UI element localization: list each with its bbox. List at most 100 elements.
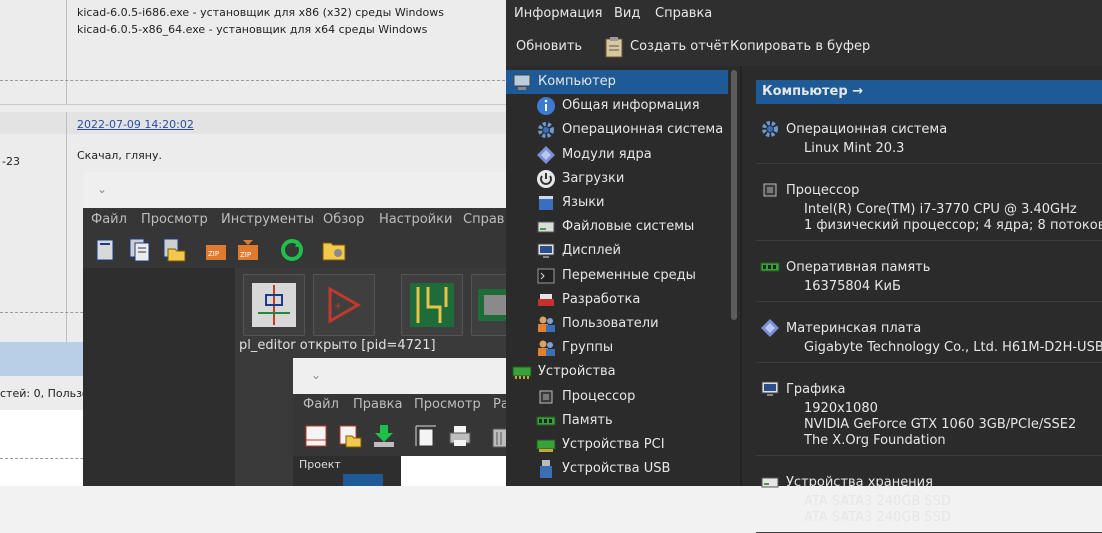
hardinfo-detail-panel: Компьютер → Операционная система Linux Mi… xyxy=(742,66,1102,533)
detail-value: 16375804 КиБ xyxy=(804,279,901,294)
tree-item[interactable]: Устройства USB xyxy=(506,457,728,481)
archive-zip-icon[interactable]: ZIP xyxy=(203,237,229,263)
forum-stats-text: стей: 0, Пользов xyxy=(0,387,96,400)
post-divider xyxy=(0,104,520,105)
symbol-editor-icon: + xyxy=(328,286,362,324)
new-from-template-icon[interactable] xyxy=(127,237,153,263)
language-flag-icon xyxy=(539,196,553,210)
tree-item[interactable]: Дисплей xyxy=(506,239,728,263)
pcb-editor-button[interactable] xyxy=(401,274,463,336)
tree-item[interactable]: Операционная система xyxy=(506,118,728,142)
power-icon xyxy=(537,169,555,188)
users-icon xyxy=(538,316,555,332)
tree-item-label: Переменные среды xyxy=(562,267,696,283)
pl-editor-menu-file[interactable]: Файл xyxy=(303,397,339,412)
tree-item-label: Общая информация xyxy=(562,98,700,114)
tree-item[interactable]: Общая информация xyxy=(506,94,728,118)
create-report-button[interactable]: Создать отчёт xyxy=(630,39,729,54)
open-folder-settings-icon[interactable] xyxy=(321,237,347,263)
open-drawing-sheet-icon[interactable] xyxy=(337,423,363,449)
detail-value: 1 физический процессор; 4 ядра; 8 потоко… xyxy=(804,218,1102,233)
pl-editor-menubar: Файл Правка Просмотр Ра xyxy=(293,394,511,416)
page-settings-icon[interactable] xyxy=(413,423,439,449)
detail-section-title: Оперативная память xyxy=(786,260,931,275)
hardinfo-window: Информация Вид Справка Обновить Создать … xyxy=(506,0,1102,533)
post-author-column-2 xyxy=(0,112,67,362)
tree-item[interactable]: Файловые системы xyxy=(506,215,728,239)
detail-section-title: Процессор xyxy=(786,183,860,198)
svg-text:+: + xyxy=(334,301,342,312)
new-drawing-sheet-icon[interactable] xyxy=(303,423,329,449)
detail-value: NVIDIA GeForce GTX 1060 3GB/PCIe/SSE2 xyxy=(804,417,1077,432)
tree-item[interactable]: Память xyxy=(506,409,728,433)
tree-item[interactable]: Процессор xyxy=(506,385,728,409)
storage-icon xyxy=(761,477,779,488)
post-date-link[interactable]: 2022-07-09 14:20:02 xyxy=(77,118,194,131)
symbol-editor-button[interactable]: + xyxy=(313,274,375,336)
open-project-icon[interactable] xyxy=(161,237,187,263)
menu-help[interactable]: Справка xyxy=(655,6,712,21)
copy-to-clipboard-button[interactable]: Копировать в буфер xyxy=(730,39,870,54)
pl-editor-properties-panel[interactable]: Проект xyxy=(293,456,401,486)
pl-editor-selected-row[interactable] xyxy=(343,474,383,486)
tree-item-label: Процессор xyxy=(562,388,636,404)
kicad-menu-file[interactable]: Файл xyxy=(91,212,127,227)
schematic-editor-icon xyxy=(252,283,296,327)
tree-item-label: Модули ядра xyxy=(562,146,652,162)
tree-item[interactable]: Загрузки xyxy=(506,167,728,191)
detail-section-title: Материнская плата xyxy=(786,321,922,336)
tree-item[interactable]: Разработка xyxy=(506,288,728,312)
kicad-status-text: pl_editor открыто [pid=4721] xyxy=(239,338,436,353)
tree-item[interactable]: Переменные среды xyxy=(506,264,728,288)
kicad-menu-browse[interactable]: Обзор xyxy=(323,212,364,227)
menu-view[interactable]: Вид xyxy=(614,6,640,21)
kicad-menu-preferences[interactable]: Настройки xyxy=(379,212,452,227)
terminal-icon xyxy=(537,268,555,284)
detail-section-title: Устройства хранения xyxy=(786,475,933,490)
window-menu-chevron-icon[interactable]: ⌄ xyxy=(97,182,107,196)
tree-item[interactable]: Группы xyxy=(506,336,728,360)
window-menu-chevron-icon[interactable]: ⌄ xyxy=(311,368,321,382)
pl-editor-titlebar[interactable]: ⌄ xyxy=(293,358,511,394)
svg-text:ZIP: ZIP xyxy=(208,250,219,258)
section-divider xyxy=(756,455,1102,456)
project-tree-panel[interactable] xyxy=(83,268,235,486)
pci-icon xyxy=(536,439,556,452)
tree-item[interactable]: Модули ядра xyxy=(506,143,728,167)
detail-value: 1920x1080 xyxy=(804,401,878,416)
pcb-editor-icon xyxy=(410,283,454,327)
kicad-menu-tools[interactable]: Инструменты xyxy=(221,212,314,227)
new-project-icon[interactable] xyxy=(93,237,119,263)
tree-item-label: Группы xyxy=(562,340,614,356)
tree-item[interactable]: Пользователи xyxy=(506,312,728,336)
unarchive-zip-icon[interactable]: ZIP xyxy=(235,237,261,263)
memory-icon xyxy=(536,416,556,426)
pl-editor-menu-view[interactable]: Просмотр xyxy=(414,397,481,412)
pl-editor-window: ⌄ Файл Правка Просмотр Ра Проект xyxy=(293,358,511,486)
kicad-menu-help[interactable]: Справ xyxy=(463,212,504,227)
tree-item[interactable]: Языки xyxy=(506,191,728,215)
devices-icon xyxy=(512,366,532,380)
kicad-titlebar[interactable]: ⌄ xyxy=(83,172,513,208)
report-clipboard-icon[interactable] xyxy=(604,36,624,58)
tree-item[interactable]: Компьютер xyxy=(506,70,728,94)
section-divider xyxy=(756,362,1102,363)
tree-item[interactable]: Устройства PCI xyxy=(506,433,728,457)
kicad-menu-view[interactable]: Просмотр xyxy=(141,212,208,227)
tree-item-label: Дисплей xyxy=(562,243,622,259)
print-icon[interactable] xyxy=(447,423,473,449)
save-download-icon[interactable] xyxy=(371,423,397,449)
tree-item-label: Разработка xyxy=(562,291,641,307)
tree-scrollbar[interactable] xyxy=(731,70,737,320)
schematic-editor-button[interactable] xyxy=(243,274,305,336)
kicad-menubar: Файл Просмотр Инструменты Обзор Настройк… xyxy=(83,208,513,232)
tree-item[interactable]: Устройства xyxy=(506,360,728,384)
pl-editor-canvas[interactable] xyxy=(401,456,511,486)
refresh-icon[interactable] xyxy=(279,237,305,263)
detail-value: Intel(R) Core(TM) i7-3770 CPU @ 3.40GHz xyxy=(804,202,1077,217)
pl-editor-menu-edit[interactable]: Правка xyxy=(353,397,402,412)
menu-information[interactable]: Информация xyxy=(514,6,602,21)
detail-section-title: Операционная система xyxy=(786,122,948,137)
development-icon xyxy=(538,293,554,306)
refresh-button[interactable]: Обновить xyxy=(516,39,582,54)
